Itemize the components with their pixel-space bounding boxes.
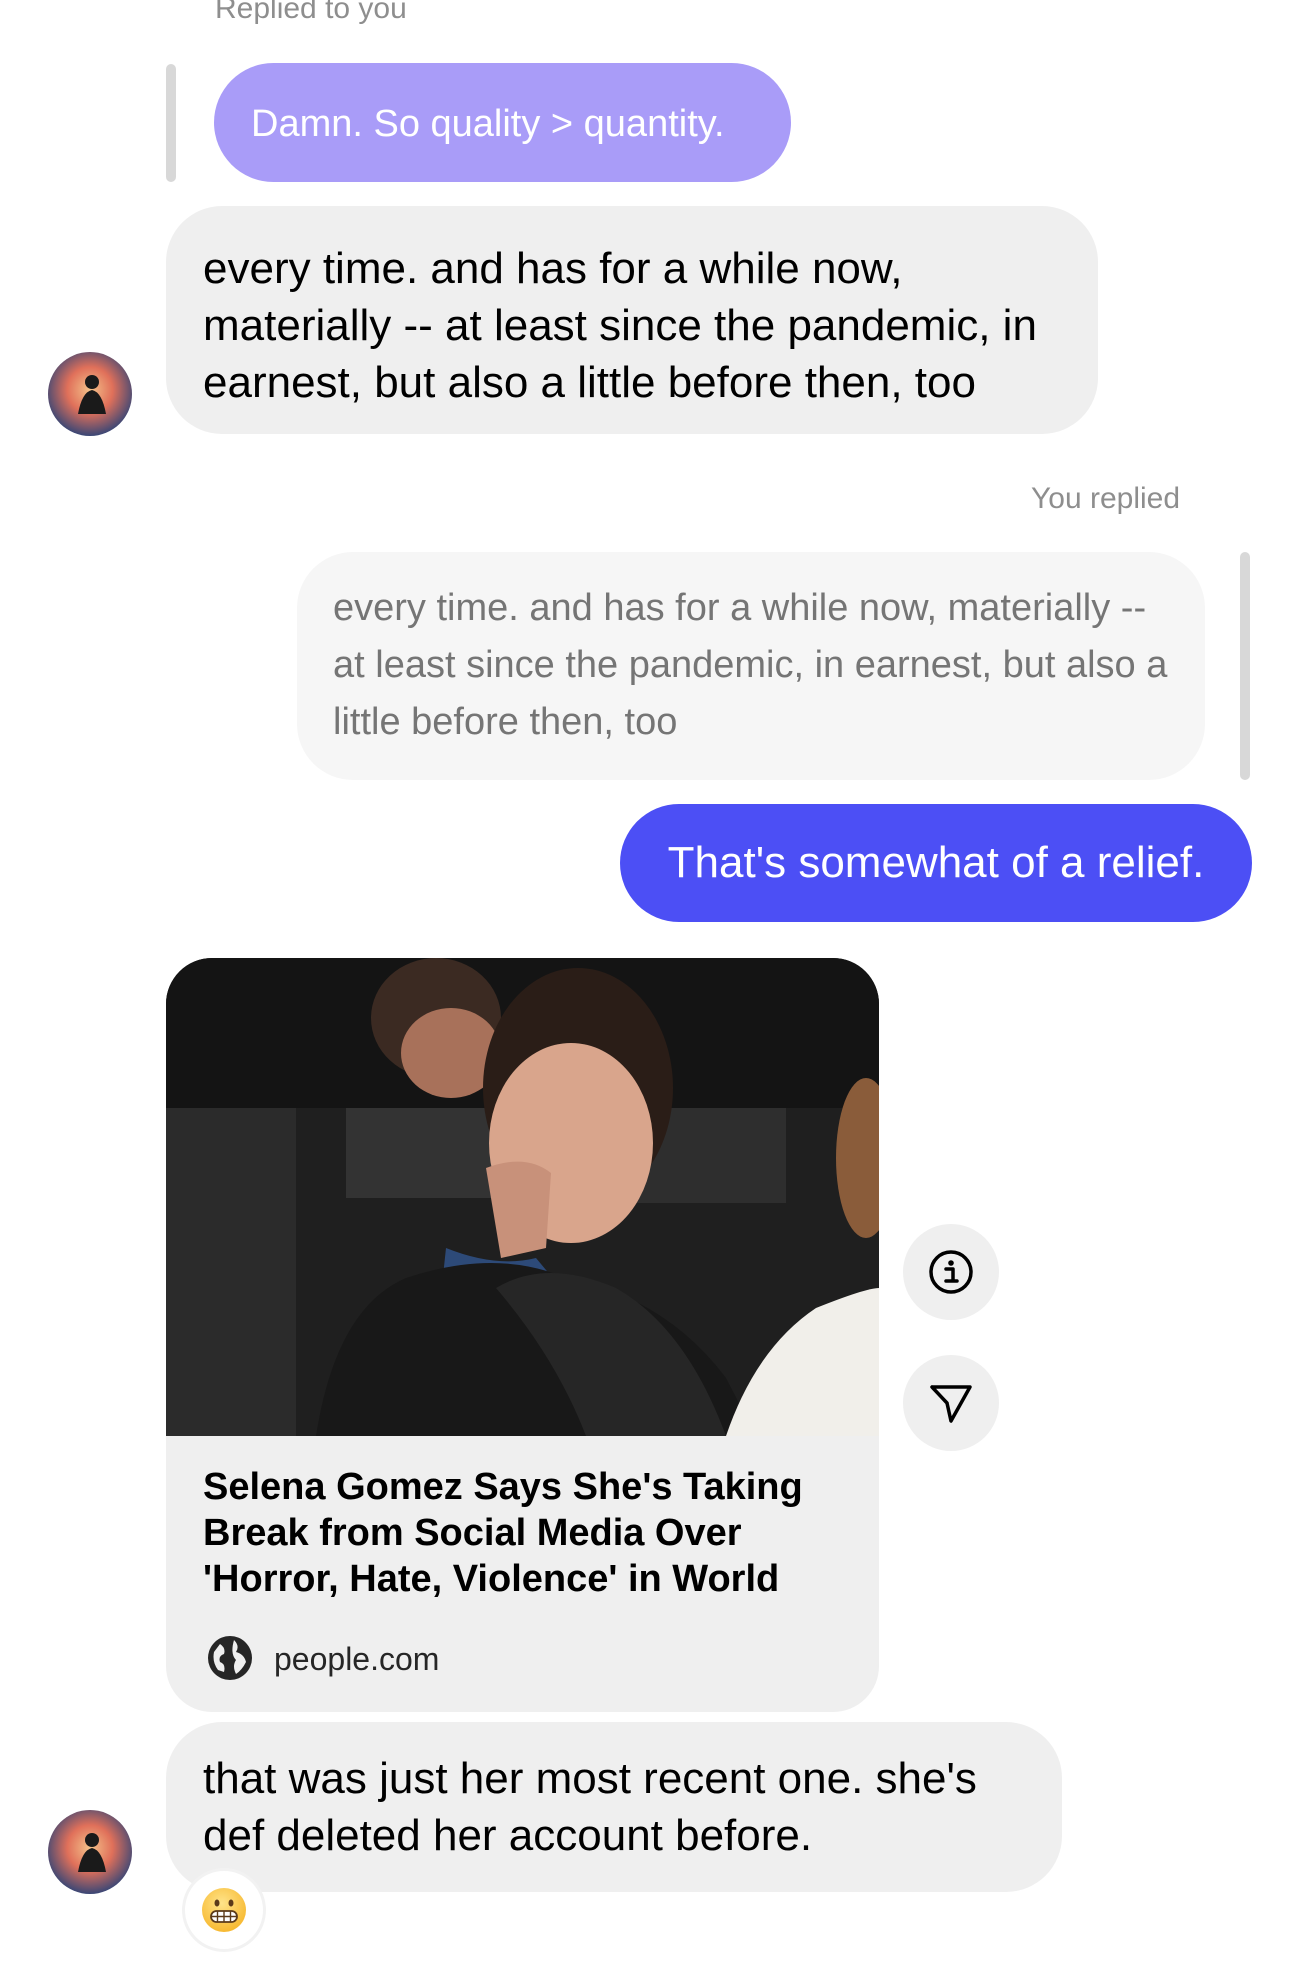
info-button[interactable] bbox=[903, 1224, 999, 1320]
incoming-message[interactable]: that was just her most recent one. she's… bbox=[166, 1722, 1062, 1892]
article-title[interactable]: Selena Gomez Says She's Taking Break fro… bbox=[203, 1464, 843, 1602]
quoted-message[interactable]: Damn. So quality > quantity. bbox=[214, 63, 791, 182]
incoming-message[interactable]: every time. and has for a while now, mat… bbox=[166, 206, 1098, 434]
you-replied-caption: You replied bbox=[1031, 482, 1181, 515]
message-reaction[interactable] bbox=[182, 1868, 266, 1952]
info-icon bbox=[929, 1250, 973, 1294]
globe-icon bbox=[206, 1634, 254, 1687]
avatar-image bbox=[48, 352, 132, 436]
quote-bar bbox=[166, 64, 176, 182]
replied-to-you-caption: Replied to you bbox=[215, 0, 407, 25]
avatar-image bbox=[48, 1810, 132, 1894]
share-button[interactable] bbox=[903, 1355, 999, 1451]
avatar[interactable] bbox=[48, 1810, 132, 1894]
shared-link-card[interactable]: Selena Gomez Says She's Taking Break fro… bbox=[166, 958, 879, 1712]
avatar[interactable] bbox=[48, 352, 132, 436]
article-source: people.com bbox=[274, 1641, 440, 1677]
grimacing-face-emoji bbox=[202, 1888, 246, 1932]
quoted-message[interactable]: every time. and has for a while now, mat… bbox=[297, 552, 1205, 780]
send-icon bbox=[930, 1385, 972, 1423]
article-photo bbox=[166, 958, 879, 1436]
quote-bar bbox=[1240, 552, 1250, 780]
outgoing-message[interactable]: That's somewhat of a relief. bbox=[620, 804, 1252, 922]
